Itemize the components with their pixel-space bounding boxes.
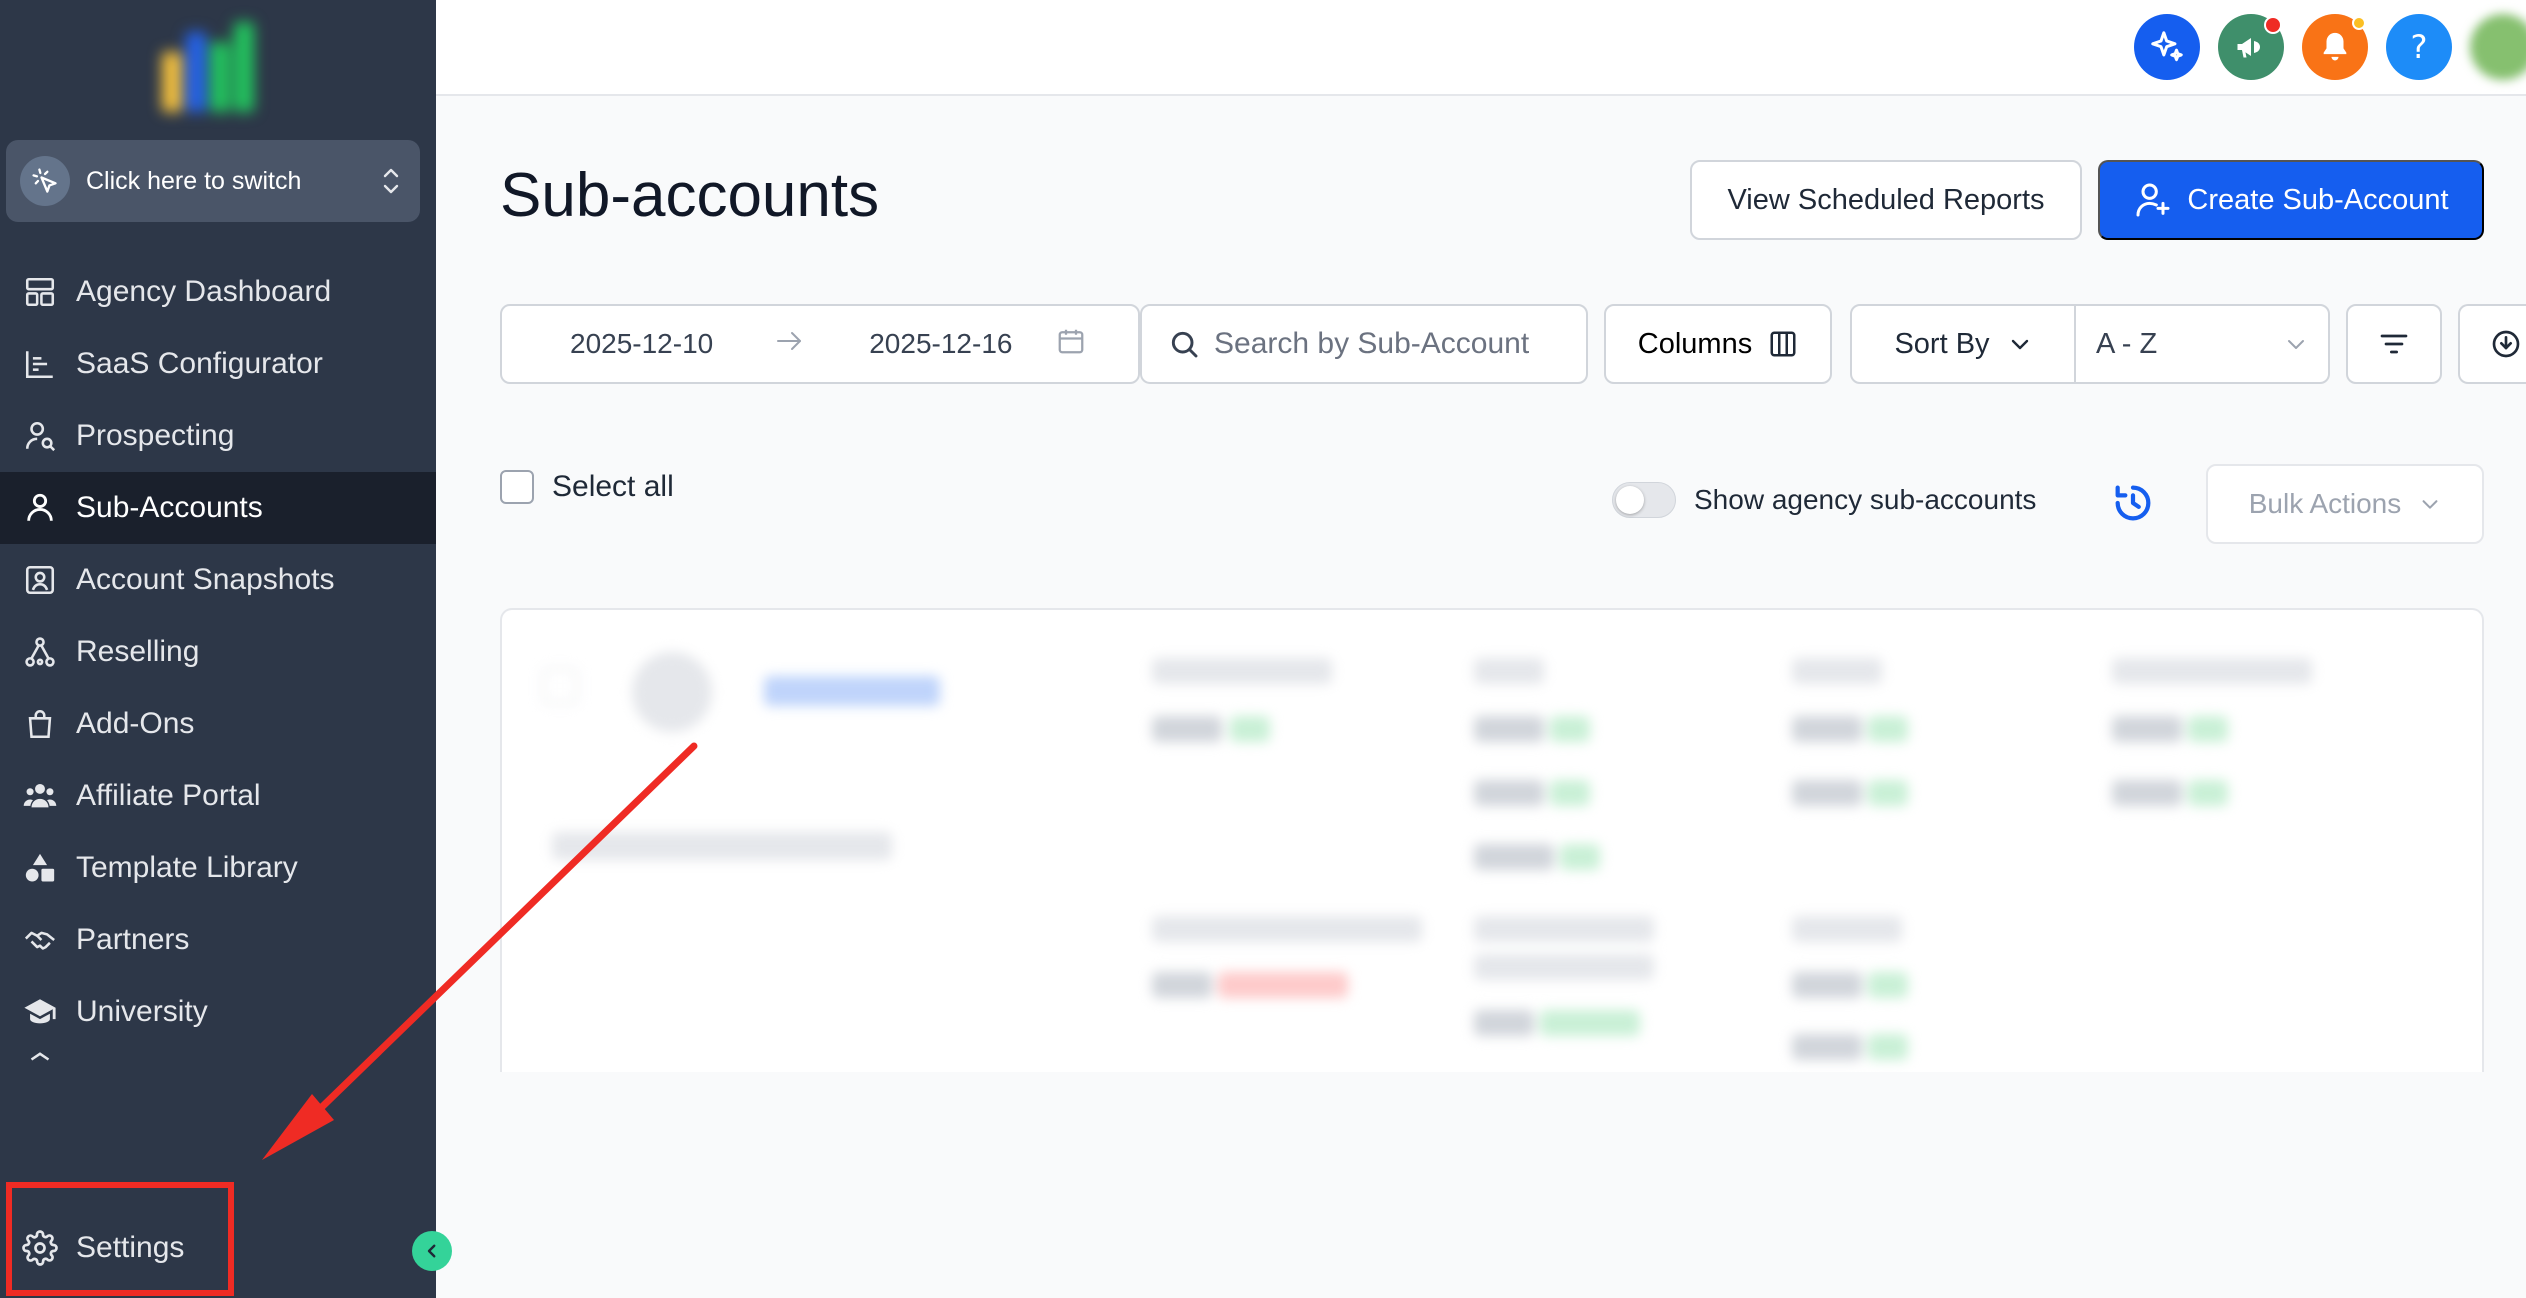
sidebar-item-partial[interactable] — [0, 1048, 436, 1078]
chevron-up-down-icon — [376, 161, 406, 201]
sidebar-item-label: Agency Dashboard — [76, 275, 332, 308]
date-start: 2025-12-10 — [570, 328, 714, 359]
sidebar-item-reselling[interactable]: Reselling — [0, 616, 436, 688]
sidebar-item-label: University — [76, 995, 208, 1028]
show-agency-label: Show agency sub-accounts — [1694, 484, 2037, 515]
sort-order-value: A - Z — [2096, 327, 2158, 360]
bell-icon — [2323, 32, 2347, 61]
chart-icon — [20, 344, 60, 384]
network-icon — [20, 632, 60, 672]
sidebar-item-label: Sub-Accounts — [76, 491, 263, 524]
dashboard-icon — [20, 272, 60, 312]
ai-sparkle-button[interactable] — [2134, 14, 2200, 80]
handshake-icon — [20, 920, 60, 960]
search-box[interactable] — [1140, 304, 1588, 384]
pointer-click-icon — [20, 156, 70, 206]
sub-account-card[interactable] — [500, 608, 2484, 1072]
sidebar-item-affiliate-portal[interactable]: Affiliate Portal — [0, 760, 436, 832]
sort-control: Sort By A - Z — [1850, 304, 2330, 384]
sidebar-item-label: Prospecting — [76, 419, 235, 452]
view-scheduled-reports-button[interactable]: View Scheduled Reports — [1690, 160, 2082, 240]
sidebar-item-label: Account Snapshots — [76, 563, 335, 596]
select-all-checkbox[interactable] — [500, 470, 534, 504]
columns-button[interactable]: Columns — [1604, 304, 1832, 384]
notifications-button[interactable] — [2302, 14, 2368, 80]
chevron-down-icon — [2011, 339, 2028, 350]
columns-label: Columns — [1637, 327, 1753, 360]
sidebar-item-label: Reselling — [76, 635, 200, 668]
notification-dot — [2352, 16, 2366, 30]
sidebar-item-label: Template Library — [76, 851, 298, 884]
sidebar: Click here to switch Agency Dashboard Sa… — [0, 0, 436, 1298]
user-avatar[interactable] — [2470, 14, 2526, 80]
sort-by-button[interactable]: Sort By — [1852, 306, 2076, 382]
notification-dot — [2264, 16, 2282, 34]
switcher-label: Click here to switch — [86, 166, 302, 195]
sidebar-nav: Agency Dashboard SaaS Configurator Prosp… — [0, 256, 436, 1078]
annotation-highlight-box — [6, 1182, 234, 1296]
help-icon: ? — [2410, 28, 2428, 66]
sidebar-item-saas-configurator[interactable]: SaaS Configurator — [0, 328, 436, 400]
sidebar-item-sub-accounts[interactable]: Sub-Accounts — [0, 472, 436, 544]
chevron-down-icon — [2288, 340, 2304, 349]
date-range-picker[interactable]: 2025-12-10 2025-12-16 — [500, 304, 1140, 384]
columns-icon — [1770, 331, 1796, 357]
bulk-actions-button[interactable]: Bulk Actions — [2206, 464, 2484, 544]
filter-button[interactable] — [2346, 304, 2442, 384]
account-switcher[interactable]: Click here to switch — [6, 140, 420, 222]
calendar-icon — [1056, 326, 1086, 363]
history-icon[interactable] — [2110, 480, 2156, 526]
collapse-sidebar-button[interactable] — [412, 1231, 452, 1271]
sort-order-select[interactable]: A - Z — [2076, 306, 2328, 382]
help-button[interactable]: ? — [2386, 14, 2452, 80]
page-title: Sub-accounts — [500, 161, 880, 230]
bag-icon — [20, 704, 60, 744]
blurred-card-content — [502, 610, 2482, 1072]
sidebar-item-university[interactable]: University — [0, 976, 436, 1048]
sidebar-item-add-ons[interactable]: Add-Ons — [0, 688, 436, 760]
show-agency-toggle[interactable] — [1612, 482, 1676, 518]
select-all-label: Select all — [552, 470, 674, 503]
download-circle-icon — [2492, 330, 2520, 358]
megaphone-icon — [2237, 38, 2260, 58]
sidebar-item-partners[interactable]: Partners — [0, 904, 436, 976]
sidebar-item-label: SaaS Configurator — [76, 347, 323, 380]
user-icon — [20, 488, 60, 528]
view-scheduled-reports-label: View Scheduled Reports — [1727, 183, 2045, 216]
search-input[interactable] — [1214, 327, 1574, 361]
sort-by-label: Sort By — [1894, 327, 1990, 360]
show-agency-toggle-row: Show agency sub-accounts — [1612, 482, 2036, 518]
create-sub-account-label: Create Sub-Account — [2187, 183, 2449, 216]
date-end: 2025-12-16 — [869, 328, 1013, 359]
portrait-icon — [20, 560, 60, 600]
user-search-icon — [20, 416, 60, 456]
agency-logo — [160, 22, 260, 112]
chevron-down-icon — [2422, 500, 2438, 509]
create-sub-account-button[interactable]: Create Sub-Account — [2098, 160, 2484, 240]
announcements-button[interactable] — [2218, 14, 2284, 80]
sidebar-item-agency-dashboard[interactable]: Agency Dashboard — [0, 256, 436, 328]
arrow-right-icon — [775, 328, 803, 360]
users-icon — [20, 776, 60, 816]
chevron-up-icon — [20, 1048, 60, 1078]
topbar: ? — [436, 0, 2526, 96]
graduation-cap-icon — [20, 992, 60, 1032]
sidebar-item-prospecting[interactable]: Prospecting — [0, 400, 436, 472]
ai-sparkle-icon — [2151, 31, 2183, 62]
shapes-icon — [20, 848, 60, 888]
user-plus-icon — [2136, 183, 2170, 217]
sidebar-item-label: Partners — [76, 923, 190, 956]
sidebar-item-label: Add-Ons — [76, 707, 195, 740]
search-icon — [1171, 331, 1198, 358]
export-button[interactable] — [2458, 304, 2526, 384]
filter-lines-icon — [2380, 334, 2408, 354]
sidebar-item-account-snapshots[interactable]: Account Snapshots — [0, 544, 436, 616]
chevron-left-icon — [427, 1244, 436, 1258]
bulk-actions-label: Bulk Actions — [2248, 488, 2402, 519]
sidebar-item-label: Affiliate Portal — [76, 779, 261, 812]
topbar-actions: ? — [2134, 14, 2526, 80]
select-all[interactable]: Select all — [500, 470, 674, 504]
sidebar-item-template-library[interactable]: Template Library — [0, 832, 436, 904]
